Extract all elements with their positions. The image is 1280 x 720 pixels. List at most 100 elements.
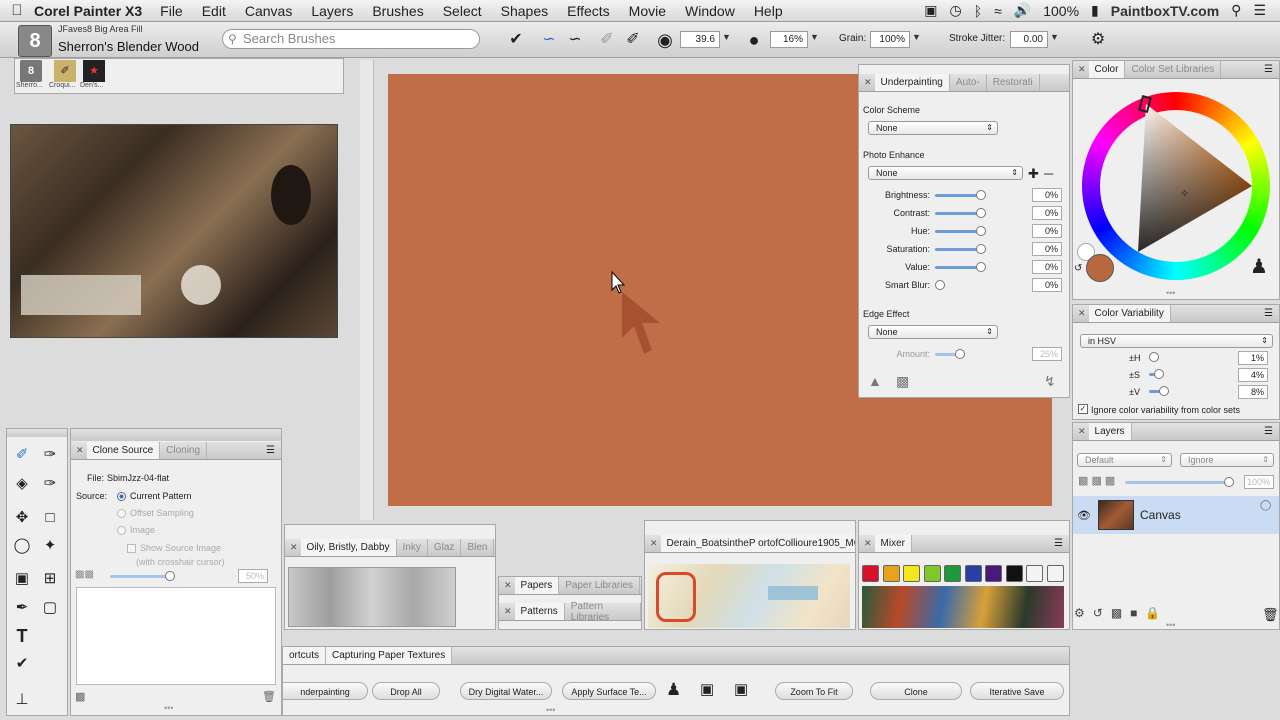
tab-papers[interactable]: Papers — [514, 577, 560, 594]
add-preset-icon[interactable]: ✚ — [1028, 166, 1039, 182]
clone-color-icon[interactable]: ♟ — [1250, 254, 1268, 279]
brush-calibration-icon[interactable]: ✐ — [622, 29, 644, 51]
screen-icon[interactable]: ▣ — [924, 2, 937, 19]
panel-menu-icon[interactable]: ☰ — [1264, 308, 1279, 319]
contrast-value[interactable]: 0% — [1032, 206, 1062, 220]
remove-preset-icon[interactable]: ─ — [1044, 166, 1053, 181]
brush-selector-icon[interactable]: 8 — [18, 25, 52, 57]
menu-brushes[interactable]: Brushes — [372, 3, 423, 19]
brush-tracking-icon[interactable]: ✐ — [596, 29, 618, 51]
tab-cloning[interactable]: Cloning — [160, 442, 208, 459]
variability-mode-select[interactable]: in HSV — [1080, 334, 1273, 348]
camera-icon[interactable]: ▣ — [734, 680, 748, 698]
dab-settings-icon[interactable]: ⚙ — [1087, 29, 1109, 51]
time-machine-icon[interactable]: ◷ — [949, 2, 961, 19]
ignore-variability-checkbox[interactable]: ✓ — [1078, 404, 1088, 414]
mixer-pad[interactable] — [862, 586, 1064, 628]
tab-underpainting[interactable]: Underpainting — [874, 74, 950, 91]
layer-adjuster-tool-icon[interactable]: ✥ — [10, 506, 34, 530]
swap-colors-icon[interactable]: ↺ — [1074, 263, 1082, 274]
color-crosshair-icon[interactable]: ✧ — [1180, 187, 1189, 200]
close-icon[interactable]: ✕ — [859, 538, 875, 549]
hue-variability-value[interactable]: 1% — [1238, 351, 1268, 365]
stroke-jitter-input[interactable]: 0.00 — [1010, 31, 1048, 48]
cloner-tool-icon[interactable]: ✔ — [10, 652, 34, 676]
image-radio[interactable] — [117, 526, 126, 535]
main-color-swatch[interactable] — [1086, 254, 1114, 282]
tab-layers[interactable]: Layers — [1088, 423, 1132, 440]
layer-commands-icon[interactable]: ⚙↺▩■🔒 — [1074, 606, 1280, 628]
edge-effect-select[interactable]: None — [868, 325, 998, 339]
crop-tool-icon[interactable]: ⊞ — [38, 567, 62, 591]
offset-sampling-radio[interactable] — [117, 509, 126, 518]
quick-clone-icon[interactable]: ▲ — [868, 373, 882, 389]
tab-color-set-libraries[interactable]: Color Set Libraries — [1125, 61, 1222, 78]
composite-method-select[interactable]: Default — [1077, 453, 1172, 467]
pen-tool-icon[interactable]: ✒ — [10, 596, 34, 620]
selection-adjuster-tool-icon[interactable]: ▣ — [10, 567, 34, 591]
menu-movie[interactable]: Movie — [629, 3, 666, 19]
visibility-eye-icon[interactable]: 👁 — [1077, 509, 1091, 522]
clone-button[interactable]: Clone — [870, 682, 962, 700]
amount-knob[interactable] — [955, 349, 965, 359]
divine-proportion-tool-icon[interactable]: ⊥ — [10, 688, 34, 712]
magic-wand-tool-icon[interactable]: ✦ — [38, 534, 62, 558]
value-variability-knob[interactable] — [1159, 386, 1169, 396]
size-dropdown-icon[interactable]: ▼ — [722, 32, 731, 42]
hue-knob[interactable] — [976, 226, 986, 236]
panel-menu-icon[interactable]: ☰ — [1054, 538, 1069, 549]
layer-name[interactable]: Canvas — [1140, 508, 1181, 522]
close-icon[interactable]: ✕ — [645, 538, 661, 549]
lasso-tool-icon[interactable]: ◯ — [10, 534, 34, 558]
close-icon[interactable]: ✕ — [859, 77, 875, 88]
menu-edit[interactable]: Edit — [202, 3, 226, 19]
saturation-variability-knob[interactable] — [1154, 369, 1164, 379]
clone-source-list[interactable] — [76, 587, 276, 685]
close-icon[interactable]: ✕ — [499, 580, 515, 591]
brightness-value[interactable]: 0% — [1032, 188, 1062, 202]
close-icon[interactable]: ✕ — [1073, 64, 1089, 75]
brush-name[interactable]: Sherron's Blender Wood — [58, 39, 199, 54]
current-pattern-radio[interactable] — [117, 492, 126, 501]
menu-help[interactable]: Help — [754, 3, 783, 19]
camera-icon[interactable]: ▣ — [700, 680, 714, 698]
hue-value[interactable]: 0% — [1032, 224, 1062, 238]
menu-select[interactable]: Select — [443, 3, 482, 19]
menu-effects[interactable]: Effects — [567, 3, 610, 19]
tab-pattern-libraries[interactable]: Pattern Libraries — [565, 601, 641, 623]
mixer-color-swatch[interactable] — [862, 565, 879, 582]
resize-grip-icon[interactable]: ••• — [1166, 620, 1175, 630]
spotlight-icon[interactable]: ⚲ — [1231, 2, 1241, 19]
size-input[interactable]: 39.6 — [680, 31, 720, 48]
menu-file[interactable]: File — [160, 3, 183, 19]
layer-lock-icon[interactable]: ◯ — [1260, 500, 1271, 511]
tab-color-variability[interactable]: Color Variability — [1088, 305, 1171, 322]
tab-restoration[interactable]: Restorati — [987, 74, 1040, 91]
tab-color[interactable]: Color — [1088, 61, 1126, 78]
recent-brush-icon-1[interactable]: 8 — [20, 60, 42, 82]
recent-brush-icon-2[interactable]: ✐ — [54, 60, 76, 82]
tab-mixer[interactable]: Mixer — [874, 535, 912, 552]
dropper-tool-icon[interactable]: ✑ — [38, 443, 62, 467]
mixer-color-swatch[interactable] — [1005, 565, 1023, 582]
close-icon[interactable]: ✕ — [1073, 426, 1089, 437]
stamp-icon[interactable]: ♟ — [666, 680, 681, 700]
search-brushes-input[interactable]: ⚲ Search Brushes — [222, 29, 480, 49]
menu-shapes[interactable]: Shapes — [501, 3, 548, 19]
brush-tool-icon[interactable]: ✐ — [10, 443, 34, 467]
resize-grip-icon[interactable]: ••• — [164, 703, 173, 713]
mixer-color-swatch[interactable] — [985, 565, 1002, 582]
wifi-icon[interactable]: ≈ — [994, 3, 1002, 19]
brightness-knob[interactable] — [976, 190, 986, 200]
source-opacity-value[interactable]: 50% — [238, 569, 268, 583]
mixer-color-swatch[interactable] — [882, 565, 900, 582]
vertical-scrollbar[interactable] — [360, 60, 374, 520]
recent-brush-icon-3[interactable]: ★ — [83, 60, 105, 82]
layer-opacity-knob[interactable] — [1224, 477, 1234, 487]
tab-shortcuts[interactable]: ortcuts — [283, 647, 327, 664]
mixer-color-swatch[interactable] — [944, 565, 961, 582]
layer-opacity-value[interactable]: 100% — [1244, 475, 1274, 489]
delete-layer-icon[interactable]: 🗑 — [1262, 607, 1279, 623]
contrast-knob[interactable] — [976, 208, 986, 218]
tab-glaz[interactable]: Glaz — [428, 539, 462, 556]
